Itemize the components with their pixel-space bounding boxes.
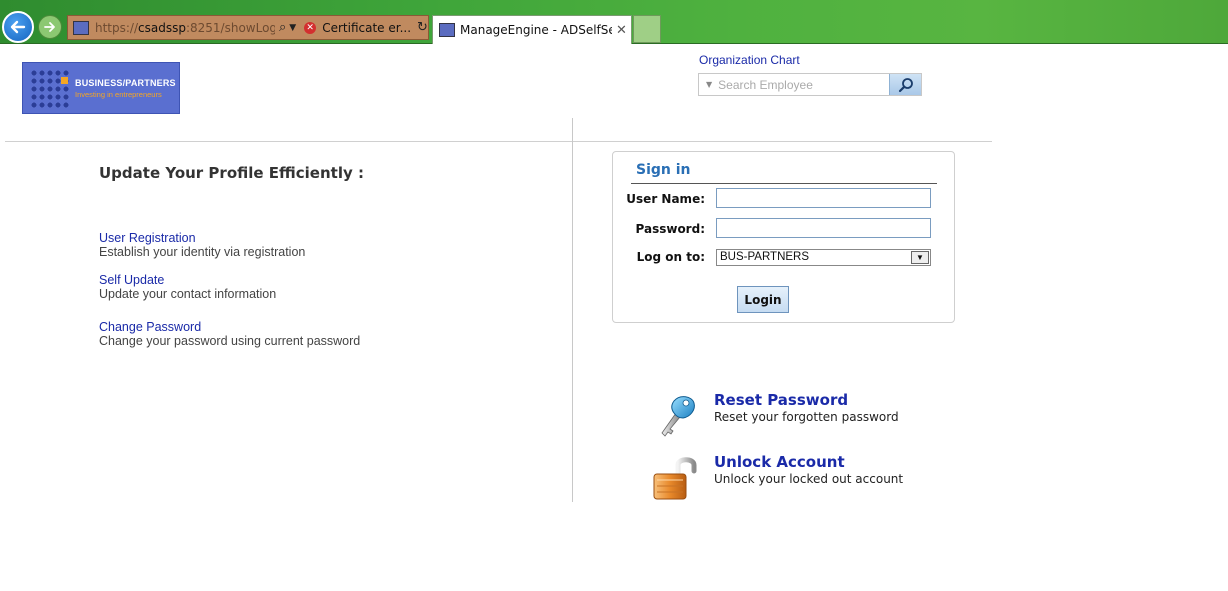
feature-user-registration: User Registration Establish your identit… xyxy=(99,231,305,259)
chevron-down-icon[interactable]: ▼ xyxy=(706,80,712,89)
reset-password-description: Reset your forgotten password xyxy=(714,410,899,424)
tab-favicon-icon xyxy=(439,23,455,37)
horizontal-divider xyxy=(5,141,992,142)
chevron-down-icon[interactable]: ▼ xyxy=(289,23,296,33)
browser-tab[interactable]: ManageEngine - ADSelfSer... ✕ xyxy=(432,15,632,44)
feature-change-password: Change Password Change your password usi… xyxy=(99,320,360,348)
vertical-divider xyxy=(572,118,573,502)
tab-title: ManageEngine - ADSelfSer... xyxy=(460,23,612,37)
search-employee-input[interactable] xyxy=(718,77,879,92)
logo-square xyxy=(61,77,68,84)
feature-self-update: Self Update Update your contact informat… xyxy=(99,273,276,301)
address-bar[interactable]: https://csadssp:8251/showLogin.c ⌕ ▼ ✕ C… xyxy=(67,15,429,40)
url-prefix: https:// xyxy=(95,20,139,35)
unlock-icon xyxy=(653,457,697,500)
refresh-icon[interactable]: ↻ xyxy=(417,20,428,35)
user-registration-link[interactable]: User Registration xyxy=(99,231,305,245)
browser-toolbar: https://csadssp:8251/showLogin.c ⌕ ▼ ✕ C… xyxy=(0,0,1228,44)
reset-password-text: Reset Password Reset your forgotten pass… xyxy=(714,391,899,424)
organization-chart-link[interactable]: Organization Chart xyxy=(699,53,800,67)
search-button[interactable] xyxy=(889,74,921,95)
back-button[interactable] xyxy=(2,11,34,43)
feature-description: Establish your identity via registration xyxy=(99,245,306,259)
signin-panel: Sign in User Name: Password: Log on to: … xyxy=(612,151,955,323)
logo-tagline: Investing in entrepreneurs xyxy=(75,90,162,99)
username-input[interactable] xyxy=(716,188,931,208)
url-host: csadssp xyxy=(138,20,186,35)
self-update-link[interactable]: Self Update xyxy=(99,273,276,287)
arrow-right-icon xyxy=(44,22,55,32)
domain-selected-value: BUS-PARTNERS xyxy=(720,251,810,263)
domain-select[interactable]: BUS-PARTNERS ▼ xyxy=(716,249,931,266)
logon-label: Log on to: xyxy=(636,250,705,264)
unlock-account-description: Unlock your locked out account xyxy=(714,472,904,486)
signin-title: Sign in xyxy=(636,162,691,178)
magnifier-icon xyxy=(898,77,913,92)
site-favicon-icon xyxy=(73,20,89,35)
certificate-error[interactable]: Certificate er... xyxy=(322,21,411,35)
username-label: User Name: xyxy=(626,192,705,206)
page-headline: Update Your Profile Efficiently : xyxy=(99,164,364,182)
forward-button[interactable] xyxy=(38,15,62,39)
password-input[interactable] xyxy=(716,218,931,238)
reset-password-link[interactable]: Reset Password xyxy=(714,391,899,409)
change-password-link[interactable]: Change Password xyxy=(99,320,360,334)
url-path: :8251/showLogin.c xyxy=(185,20,275,35)
arrow-left-icon xyxy=(10,20,26,34)
close-icon[interactable]: ✕ xyxy=(616,23,627,38)
unlock-account-link[interactable]: Unlock Account xyxy=(714,453,903,471)
search-icon[interactable]: ⌕ xyxy=(279,20,286,35)
employee-search: ▼ xyxy=(698,73,922,96)
password-label: Password: xyxy=(635,222,706,236)
address-url[interactable]: https://csadssp:8251/showLogin.c xyxy=(95,21,275,35)
logo-name: BUSINESS/PARTNERS xyxy=(75,78,176,88)
key-icon xyxy=(661,396,695,437)
signin-underline xyxy=(631,183,937,184)
new-tab-button[interactable] xyxy=(633,15,661,43)
login-button[interactable]: Login xyxy=(737,286,789,313)
company-logo: BUSINESS/PARTNERS Investing in entrepren… xyxy=(22,62,180,114)
reset-password-action[interactable]: Reset Password Reset your forgotten pass… xyxy=(650,391,899,441)
logo-dots xyxy=(30,69,70,109)
unlock-account-text: Unlock Account Unlock your locked out ac… xyxy=(714,453,903,486)
error-icon: ✕ xyxy=(304,21,317,34)
unlock-account-action[interactable]: Unlock Account Unlock your locked out ac… xyxy=(650,453,903,503)
feature-description: Change your password using current passw… xyxy=(99,334,361,348)
chevron-down-icon[interactable]: ▼ xyxy=(911,251,929,264)
feature-description: Update your contact information xyxy=(99,287,277,301)
